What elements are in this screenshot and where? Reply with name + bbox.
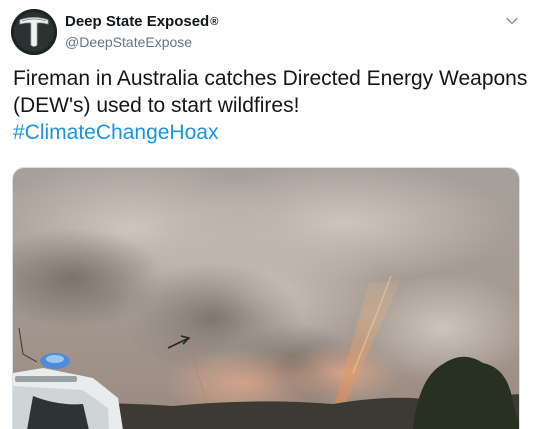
user-handle[interactable]: @DeepStateExpose bbox=[65, 33, 192, 51]
chevron-down-icon[interactable] bbox=[505, 14, 519, 28]
avatar[interactable] bbox=[11, 9, 57, 55]
letter-t-logo bbox=[11, 9, 57, 55]
wildfire-photo bbox=[13, 168, 519, 429]
tweet-text-line-1: Fireman in Australia catches Directed En… bbox=[13, 67, 528, 90]
display-name-text[interactable]: Deep State Exposed bbox=[65, 13, 209, 30]
display-name[interactable]: Deep State Exposed® bbox=[65, 13, 218, 31]
tweet-text-line-2: (DEW's) used to start wildfires! bbox=[13, 94, 300, 117]
tweet-photo[interactable] bbox=[12, 167, 520, 429]
tweet-text: Fireman in Australia catches Directed En… bbox=[13, 65, 528, 146]
hashtag-link[interactable]: #ClimateChangeHoax bbox=[13, 119, 523, 146]
registered-mark: ® bbox=[210, 16, 219, 28]
tweet-card: Deep State Exposed® @DeepStateExpose Fir… bbox=[0, 0, 533, 429]
